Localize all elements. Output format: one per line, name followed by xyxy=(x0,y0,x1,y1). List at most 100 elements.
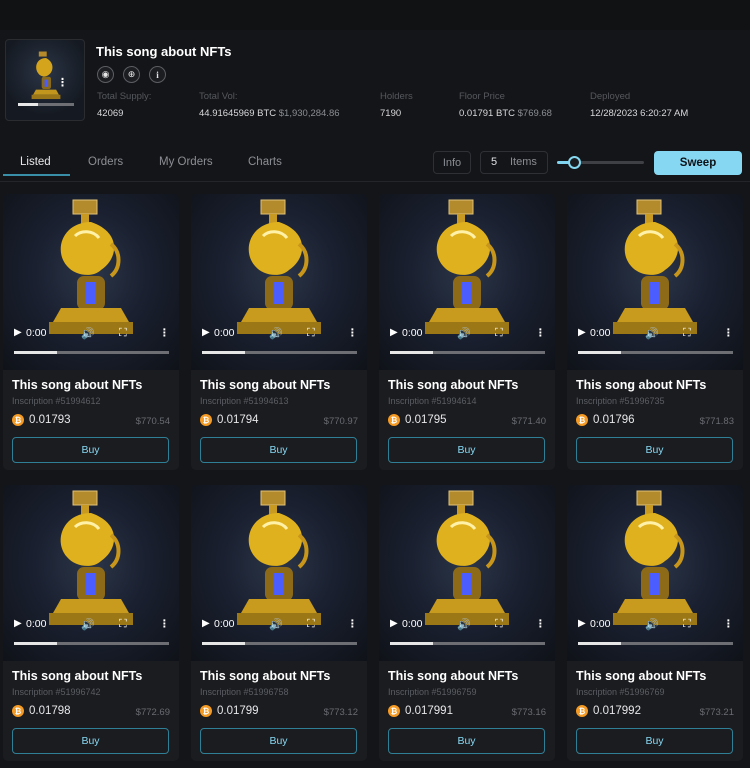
trophy-image xyxy=(425,199,509,334)
buy-button[interactable]: Buy xyxy=(12,437,169,463)
fullscreen-icon[interactable]: ⛶ xyxy=(119,327,127,340)
inscription-number: Inscription #51996735 xyxy=(576,396,665,406)
more-options-icon[interactable]: ⋮ xyxy=(535,327,546,339)
listing-title: This song about NFTs xyxy=(576,378,707,392)
listing-title: This song about NFTs xyxy=(12,669,143,683)
more-options-icon[interactable]: ⋮ xyxy=(57,76,68,89)
buy-button[interactable]: Buy xyxy=(200,728,357,754)
play-icon[interactable]: ▶ xyxy=(14,327,22,338)
more-options-icon[interactable]: ⋮ xyxy=(723,327,734,339)
stat-value-total-volume: 44.91645969 BTC $1,930,284.86 xyxy=(199,108,340,119)
more-options-icon[interactable]: ⋮ xyxy=(347,618,358,630)
listing-price: 0.017992 xyxy=(593,705,641,717)
volume-icon[interactable]: 🔊 xyxy=(81,618,95,631)
volume-icon[interactable]: 🔊 xyxy=(81,327,95,340)
more-options-icon[interactable]: ⋮ xyxy=(347,327,358,339)
trophy-image xyxy=(237,199,321,334)
fullscreen-icon[interactable]: ⛶ xyxy=(495,618,503,631)
stat-label-holders: Holders xyxy=(380,91,413,102)
buy-button[interactable]: Buy xyxy=(576,437,733,463)
trophy-image xyxy=(613,199,697,334)
trophy-image xyxy=(425,490,509,625)
play-icon[interactable]: ▶ xyxy=(390,618,398,629)
trophy-image xyxy=(49,199,133,334)
listing-card[interactable]: ▶ 0:00 🔊 ⛶ ⋮ This song about NFTs Inscri… xyxy=(191,194,367,470)
inscription-number: Inscription #51996769 xyxy=(576,687,665,697)
info-button[interactable]: Info xyxy=(433,151,471,174)
fullscreen-icon[interactable]: ⛶ xyxy=(119,618,127,631)
tab-charts[interactable]: Charts xyxy=(248,156,282,168)
listing-usd-price: $772.69 xyxy=(135,707,170,718)
listing-card[interactable]: ▶ 0:00 🔊 ⛶ ⋮ This song about NFTs Inscri… xyxy=(567,485,743,761)
play-icon[interactable]: ▶ xyxy=(202,327,210,338)
play-icon[interactable]: ▶ xyxy=(390,327,398,338)
listing-usd-price: $773.21 xyxy=(699,707,734,718)
fullscreen-icon[interactable]: ⛶ xyxy=(495,327,503,340)
listing-usd-price: $771.83 xyxy=(699,416,734,427)
listing-usd-price: $771.40 xyxy=(511,416,546,427)
listing-card[interactable]: ▶ 0:00 🔊 ⛶ ⋮ This song about NFTs Inscri… xyxy=(3,194,179,470)
listing-card[interactable]: ▶ 0:00 🔊 ⛶ ⋮ This song about NFTs Inscri… xyxy=(379,485,555,761)
total-volume-btc: 44.91645969 BTC xyxy=(199,108,277,119)
tab-orders[interactable]: Orders xyxy=(88,156,123,168)
video-player[interactable]: ▶ 0:00 🔊 ⛶ ⋮ xyxy=(379,194,555,370)
video-player[interactable]: ▶ 0:00 🔊 ⛶ ⋮ xyxy=(191,194,367,370)
listing-title: This song about NFTs xyxy=(576,669,707,683)
fullscreen-icon[interactable]: ⛶ xyxy=(307,618,315,631)
listing-usd-price: $773.12 xyxy=(323,707,358,718)
volume-icon[interactable]: 🔊 xyxy=(457,327,471,340)
listing-card[interactable]: ▶ 0:00 🔊 ⛶ ⋮ This song about NFTs Inscri… xyxy=(3,485,179,761)
stat-value-deployed: 12/28/2023 6:20:27 AM xyxy=(590,108,689,119)
fullscreen-icon[interactable]: ⛶ xyxy=(683,327,691,340)
video-time: 0:00 xyxy=(590,618,611,630)
listing-price: 0.01796 xyxy=(593,414,635,426)
play-icon[interactable]: ▶ xyxy=(14,618,22,629)
video-player[interactable]: ▶ 0:00 🔊 ⛶ ⋮ xyxy=(567,485,743,661)
volume-icon[interactable]: 🔊 xyxy=(269,618,283,631)
listing-card[interactable]: ▶ 0:00 🔊 ⛶ ⋮ This song about NFTs Inscri… xyxy=(191,485,367,761)
collection-header: ⋮ This song about NFTs ◉ ⊕ i Total Suppl… xyxy=(0,30,750,132)
discord-icon[interactable]: ◉ xyxy=(97,66,114,83)
globe-icon[interactable]: ⊕ xyxy=(123,66,140,83)
items-count-input[interactable]: 5 Items xyxy=(480,151,548,174)
more-options-icon[interactable]: ⋮ xyxy=(723,618,734,630)
play-icon[interactable]: ▶ xyxy=(578,327,586,338)
video-time: 0:00 xyxy=(402,327,423,339)
listing-title: This song about NFTs xyxy=(388,378,519,392)
tab-listed[interactable]: Listed xyxy=(20,156,51,168)
fullscreen-icon[interactable]: ⛶ xyxy=(307,327,315,340)
listing-card[interactable]: ▶ 0:00 🔊 ⛶ ⋮ This song about NFTs Inscri… xyxy=(567,194,743,470)
stat-label-deployed: Deployed xyxy=(590,91,631,102)
more-options-icon[interactable]: ⋮ xyxy=(159,618,170,630)
volume-icon[interactable]: 🔊 xyxy=(269,327,283,340)
video-player[interactable]: ▶ 0:00 🔊 ⛶ ⋮ xyxy=(191,485,367,661)
sweep-button[interactable]: Sweep xyxy=(654,151,742,175)
floor-price-usd: $769.68 xyxy=(517,108,552,119)
inscription-number: Inscription #51996758 xyxy=(200,687,289,697)
video-player[interactable]: ▶ 0:00 🔊 ⛶ ⋮ xyxy=(567,194,743,370)
listing-usd-price: $770.54 xyxy=(135,416,170,427)
video-player[interactable]: ▶ 0:00 🔊 ⛶ ⋮ xyxy=(3,194,179,370)
fullscreen-icon[interactable]: ⛶ xyxy=(683,618,691,631)
volume-icon[interactable]: 🔊 xyxy=(457,618,471,631)
buy-button[interactable]: Buy xyxy=(388,437,545,463)
collection-thumbnail[interactable]: ⋮ xyxy=(5,39,85,121)
listing-card[interactable]: ▶ 0:00 🔊 ⛶ ⋮ This song about NFTs Inscri… xyxy=(379,194,555,470)
play-icon[interactable]: ▶ xyxy=(578,618,586,629)
play-icon[interactable]: ▶ xyxy=(202,618,210,629)
volume-icon[interactable]: 🔊 xyxy=(645,618,659,631)
buy-button[interactable]: Buy xyxy=(200,437,357,463)
more-options-icon[interactable]: ⋮ xyxy=(159,327,170,339)
video-player[interactable]: ▶ 0:00 🔊 ⛶ ⋮ xyxy=(379,485,555,661)
tab-my-orders[interactable]: My Orders xyxy=(159,156,213,168)
video-time: 0:00 xyxy=(590,327,611,339)
volume-icon[interactable]: 🔊 xyxy=(645,327,659,340)
buy-button[interactable]: Buy xyxy=(576,728,733,754)
sweep-slider-handle[interactable] xyxy=(568,156,581,169)
inscription-number: Inscription #51994613 xyxy=(200,396,289,406)
info-icon[interactable]: i xyxy=(149,66,166,83)
buy-button[interactable]: Buy xyxy=(388,728,545,754)
buy-button[interactable]: Buy xyxy=(12,728,169,754)
video-player[interactable]: ▶ 0:00 🔊 ⛶ ⋮ xyxy=(3,485,179,661)
more-options-icon[interactable]: ⋮ xyxy=(535,618,546,630)
